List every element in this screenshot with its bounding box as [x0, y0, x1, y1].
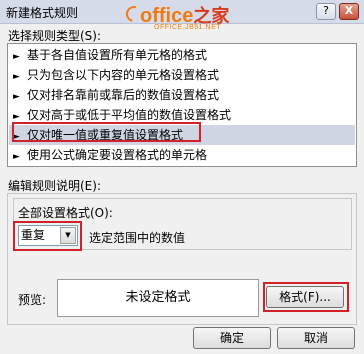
- list-item[interactable]: ► 仅对排名靠前或靠后的数值设置格式: [9, 85, 355, 105]
- arrow-icon: ►: [13, 112, 20, 122]
- list-item[interactable]: ► 基于各自值设置所有单元格的格式: [9, 45, 355, 65]
- title-bar: 新建格式规则 office之家 OFFICE.JB51.NET ? X: [0, 0, 364, 31]
- arrow-icon: ►: [13, 152, 20, 162]
- format-all-label: 全部设置格式(O):: [18, 206, 113, 220]
- arrow-icon: ►: [13, 92, 20, 102]
- format-button[interactable]: 格式(F)...: [266, 286, 344, 308]
- arrow-icon: ►: [13, 72, 20, 82]
- list-item[interactable]: ► 仅对高于或低于平均值的数值设置格式: [9, 105, 355, 125]
- rule-type-list[interactable]: ► 基于各自值设置所有单元格的格式 ► 只为包含以下内容的单元格设置格式 ► 仅对排名…: [7, 43, 357, 167]
- window-title: 新建格式规则: [6, 6, 79, 20]
- list-item[interactable]: ► 使用公式确定要设置格式的单元格: [9, 145, 355, 165]
- logo-url: OFFICE.JB51.NET: [154, 24, 222, 31]
- rule-desc-label: 编辑规则说明(E):: [8, 179, 101, 193]
- help-button[interactable]: ?: [316, 3, 336, 20]
- format-preview: 未设定格式: [57, 279, 259, 317]
- chevron-down-icon[interactable]: ▼: [60, 227, 76, 244]
- preview-label: 预览:: [18, 293, 47, 307]
- list-item[interactable]: ► 只为包含以下内容的单元格设置格式: [9, 65, 355, 85]
- combo-value: 重复: [21, 228, 46, 242]
- combo-suffix-text: 选定范围中的数值: [89, 231, 186, 245]
- arrow-icon: ►: [13, 132, 20, 142]
- list-item-selected[interactable]: ► 仅对唯一值或重复值设置格式: [9, 125, 355, 145]
- duplicate-unique-select[interactable]: 重复 ▼: [18, 225, 78, 246]
- close-button[interactable]: X: [339, 3, 359, 20]
- cancel-button[interactable]: 取消: [277, 327, 355, 349]
- rule-type-label: 选择规则类型(S):: [8, 29, 102, 43]
- ok-button[interactable]: 确定: [193, 327, 271, 349]
- arrow-icon: ►: [13, 52, 20, 62]
- new-format-rule-dialog: 新建格式规则 office之家 OFFICE.JB51.NET ? X 选择规则…: [0, 0, 364, 354]
